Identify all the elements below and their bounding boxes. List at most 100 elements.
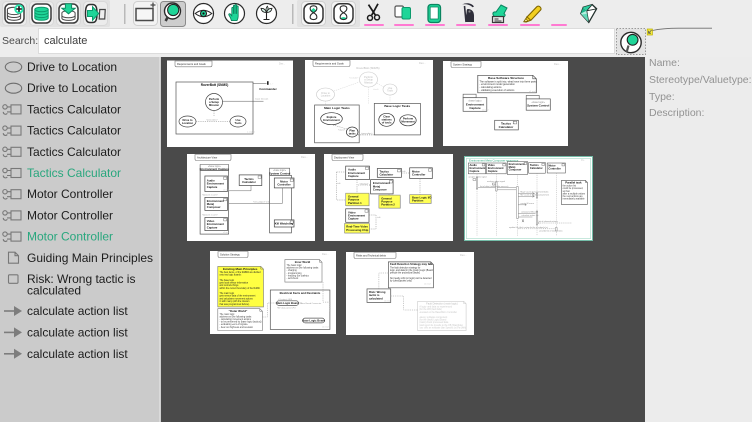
svg-text:compound fillscore: compound fillscore: [521, 212, 539, 214]
svg-text:Partition 1: Partition 1: [348, 201, 362, 205]
svg-text:- validating execution of acti: - validating execution of actions: [480, 89, 516, 92]
svg-text:Environment: Environment: [323, 118, 340, 122]
svg-text:logic- and data (in (the (main: logic- and data (in (the (main (Logic (B…: [390, 269, 434, 272]
svg-text:in with many (with the mission: in with many (with the mission: [220, 300, 251, 303]
svg-text:v1 rev2: v1 rev2: [223, 231, 229, 234]
svg-text:(and report its (results to th: (and report its (results to the OB (Watc…: [419, 324, 463, 327]
svg-text:v1 rev2: v1 rev2: [482, 110, 489, 112]
svg-text:«Custom» i386: «Custom» i386: [278, 298, 293, 301]
svg-text:calculate action list: calculate action list: [27, 325, 128, 339]
svg-text:Commander: Commander: [259, 87, 277, 91]
svg-text:could be processed,: could be processed,: [563, 187, 584, 190]
svg-text:onto two logic boards:: onto two logic boards:: [220, 274, 242, 277]
svg-text:(for the (fault) Logic (Board: (for the (fault) Logic (Board: [419, 319, 447, 322]
svg-text:Mission: Mission: [209, 103, 219, 107]
svg-text:calculated: calculated: [369, 296, 383, 300]
svg-text:calculated: calculated: [27, 284, 81, 298]
svg-text:Movement: Movement: [401, 120, 414, 124]
svg-text:Tools: Tools: [387, 90, 394, 93]
svg-text:v1 rev2: v1 rev2: [529, 90, 537, 93]
svg-text:Motor Controller: Motor Controller: [27, 230, 113, 244]
svg-text:v1 rev2: v1 rev2: [322, 327, 329, 329]
svg-text:Calculator: Calculator: [530, 166, 543, 170]
svg-text:Capture: Capture: [348, 217, 359, 221]
svg-text:within the current boundary of: within the current boundary of the RoBil…: [220, 287, 261, 290]
svg-text:1..*: 1..*: [270, 83, 273, 85]
svg-text:- self-check: - self-check: [287, 278, 300, 280]
svg-text:gets local sensor information: gets local sensor information: [220, 282, 249, 285]
svg-text:Composer: Composer: [509, 168, 522, 172]
svg-text:Dv..: Dv..: [581, 159, 585, 162]
svg-text:Dev...: Dev...: [419, 61, 426, 65]
svg-text:and calculates movement action: and calculates movement actions: [220, 297, 254, 300]
svg-text:base mission: base mission: [256, 98, 270, 100]
svg-text:Controller: Controller: [548, 166, 560, 170]
svg-text:list of planned actions: list of planned actions: [539, 220, 558, 223]
svg-text:Capture: Capture: [348, 174, 359, 178]
svg-text:calculate action list: calculate action list: [522, 214, 539, 217]
svg-text:the action list: the action list: [563, 185, 577, 188]
svg-text:«precedes»: «precedes»: [206, 119, 218, 122]
svg-text:Base Logic Board: Base Logic Board: [302, 319, 325, 323]
svg-text:Partition: Partition: [412, 199, 424, 203]
svg-text:Main Logic Board: Main Logic Board: [276, 301, 299, 305]
svg-text:Fault Detection (main logic): Fault Detection (main logic): [426, 302, 458, 306]
svg-text:Main Logic Tasks: Main Logic Tasks: [324, 106, 350, 110]
svg-text:immediately available: immediately available: [563, 198, 586, 201]
svg-text:«env-object» info: «env-object» info: [253, 201, 270, 204]
svg-text:Drive to Location: Drive to Location: [27, 60, 117, 74]
svg-text:Tactics Calculator: Tactics Calculator: [27, 166, 121, 180]
svg-text:gets sensor data of the enviro: gets sensor data of the environment: [220, 295, 256, 298]
svg-text:Partition 2: Partition 2: [381, 203, 395, 207]
svg-text:v1 rev2: v1 rev2: [384, 301, 391, 303]
svg-text:calculate action list: calculate action list: [27, 304, 128, 318]
svg-text:Calculator: Calculator: [242, 180, 257, 184]
svg-text:«A» dual-core) CPU: «A» dual-core) CPU: [277, 307, 296, 310]
svg-text:«flag» count of movement blobs: «flag» count of movement blobs: [520, 191, 548, 194]
svg-text:v. stable: v. stable: [247, 131, 256, 134]
svg-text:v1 rev2: v1 rev2: [424, 284, 431, 286]
svg-text:Guiding Main Principles: Guiding Main Principles: [27, 251, 153, 265]
svg-text:- bear out highness and scenar: - bear out highness and scenario: [220, 326, 254, 329]
svg-text:«incl»: «incl»: [373, 89, 379, 91]
svg-text:prelude the procedural (faults: prelude the procedural (faults): [390, 272, 420, 275]
svg-text:- calculating movement actions: - calculating movement actions: [220, 318, 252, 321]
svg-text:Risks and Technical debts: Risks and Technical debts: [356, 254, 387, 258]
svg-text:Tactics Calculator: Tactics Calculator: [27, 124, 121, 138]
svg-text:update the «list» action list: update the «list» action list for a help…: [509, 226, 548, 229]
svg-text:«uses»: «uses»: [338, 130, 346, 132]
svg-text:Requirements and Goals: Requirements and Goals: [315, 62, 344, 66]
svg-text:Controller: Controller: [277, 183, 291, 187]
svg-text:that was programmed before).: that was programmed before).: [220, 303, 251, 306]
svg-text:Electrical Facts and Restraint: Electrical Facts and Restraints: [280, 291, 321, 295]
svg-text:- to be performed by (base log: - to be performed by (base logic (tactic…: [220, 321, 262, 324]
svg-text:after a multiple values: after a multiple values: [563, 192, 586, 195]
svg-text:System Control: System Control: [527, 104, 549, 108]
svg-text:Tools: Tools: [235, 121, 242, 125]
svg-text:Dev...: Dev...: [554, 62, 561, 66]
svg-text:Dev...: Dev...: [301, 155, 308, 159]
svg-text:- charging: - charging: [287, 269, 298, 272]
svg-text:«Every software component: «Every software component: [419, 316, 447, 319]
svg-text:so that: so that: [563, 190, 570, 193]
svg-text:provide list of next actions: provide list of next actions: [540, 230, 563, 233]
svg-text:Dev...: Dev...: [322, 252, 329, 256]
svg-text:«located on the Base/Micro Con: «located on the Base/Micro Controller: [419, 311, 457, 314]
svg-text:- programming: - programming: [287, 272, 303, 275]
svg-text:«A-level 1 com»: «A-level 1 com»: [202, 214, 218, 217]
svg-text:Base Software Structure: Base Software Structure: [488, 76, 524, 80]
svg-text:Composer: Composer: [373, 187, 388, 191]
svg-text:The best items, of the RoBill2: The best items, of the RoBill2 are divid…: [220, 271, 262, 274]
svg-text:analyze video signal: analyze video signal: [487, 181, 506, 183]
svg-text:Base Logic Tasks: Base Logic Tasks: [384, 104, 410, 108]
svg-text:System Strategy: System Strategy: [453, 63, 473, 67]
svg-text:RoverBott (SNMS): RoverBott (SNMS): [356, 66, 379, 70]
svg-text:«a» «M» an evaluate (fan Speci: «a» «M» an evaluate (fan Specific (s (Pa…: [419, 326, 466, 329]
svg-text:Drive to Location: Drive to Location: [27, 81, 117, 95]
svg-text:«deploy»: «deploy»: [360, 183, 370, 185]
svg-text:RoverBott (SNMS): RoverBott (SNMS): [201, 83, 229, 87]
svg-text:System Control: System Control: [269, 171, 291, 175]
svg-text:of tools: of tools: [382, 121, 392, 125]
svg-text:Calculator: Calculator: [380, 173, 395, 177]
svg-text:- reacting (for (safety»: - reacting (for (safety»: [287, 274, 310, 277]
